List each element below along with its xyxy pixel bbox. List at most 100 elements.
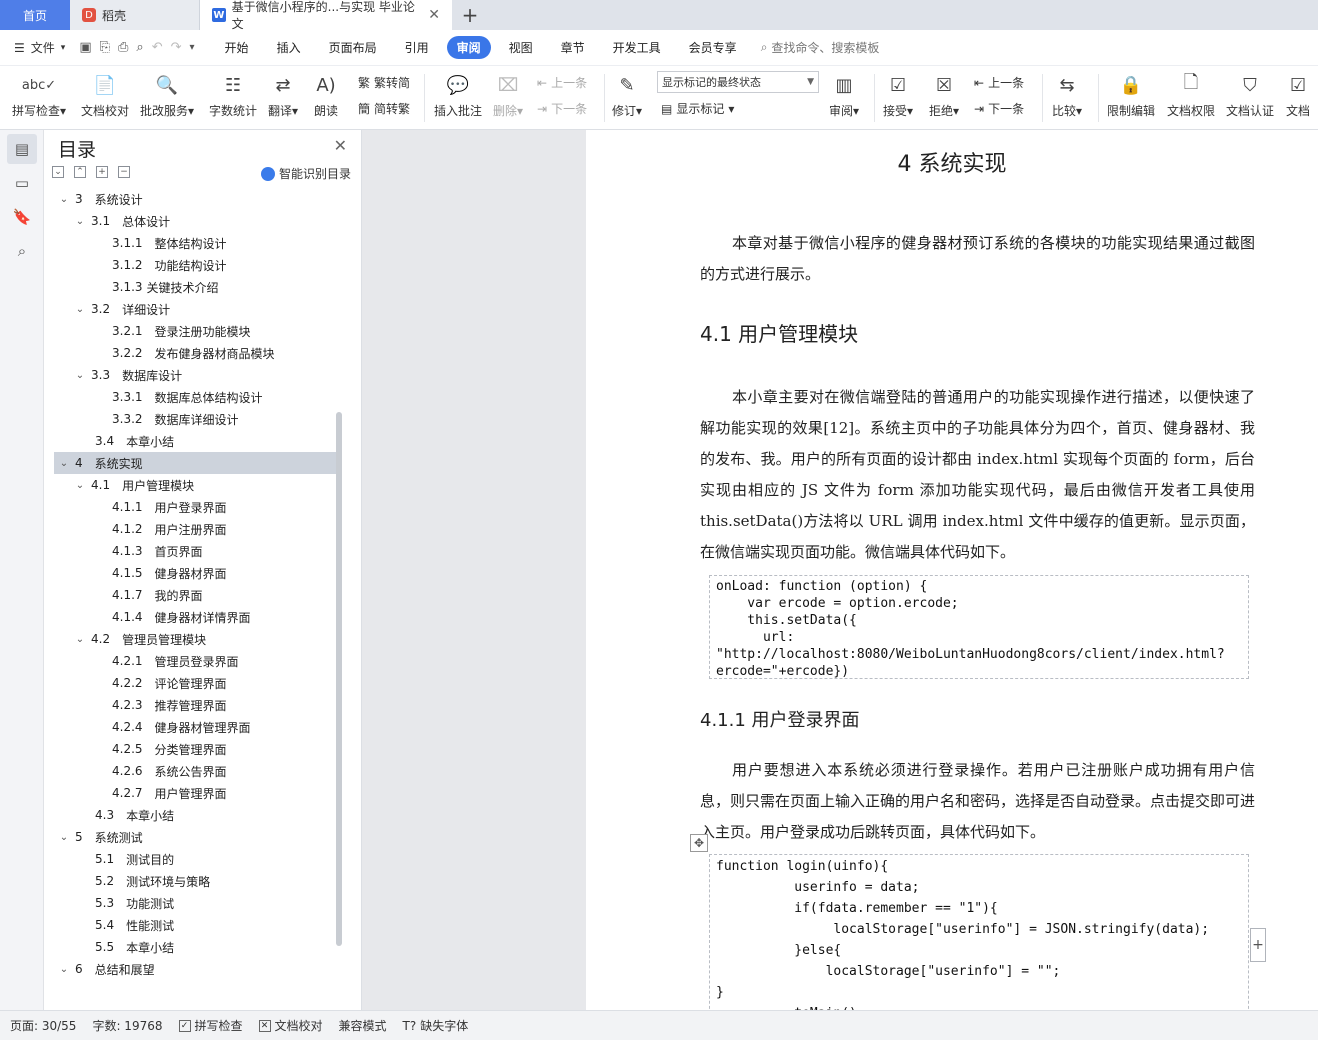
toc-item[interactable]: 5.2 测试环境与策略 [54,870,336,892]
menu-member[interactable]: 会员专享 [679,36,747,59]
add-tab-button[interactable]: + [452,0,488,30]
toc-item[interactable]: 4.2.4 健身器材管理界面 [54,716,336,738]
toc-item[interactable]: 3.1.3 关键技术介绍 [54,276,336,298]
accept-button[interactable]: ☑ 接受▾ [883,70,913,119]
toc-item[interactable]: 3.4 本章小结 [54,430,336,452]
toc-item[interactable]: 4.1.5 健身器材界面 [54,562,336,584]
page-counter[interactable]: 页面: 30/55 [10,1017,76,1034]
toc-item[interactable]: 5.5 本章小结 [54,936,336,958]
menu-reference[interactable]: 引用 [395,36,439,59]
menu-start[interactable]: 开始 [215,36,259,59]
toc-item[interactable]: 4.2.3 推荐管理界面 [54,694,336,716]
toc-item[interactable]: 4.1.7 我的界面 [54,584,336,606]
toc-item[interactable]: ⌄ 6 总结和展望 [54,958,336,980]
toc-item[interactable]: ⌄ 4.2 管理员管理模块 [54,628,336,650]
status-proofread[interactable]: ✕ 文档校对 [258,1017,323,1034]
next-comment-button[interactable]: ⇥ 下一条 [537,100,587,117]
menu-review[interactable]: 审阅 [446,36,491,59]
toc-item[interactable]: 5.1 测试目的 [54,848,336,870]
more-icon[interactable]: ▾ [190,42,195,53]
chevron-down-icon[interactable]: ⌄ [74,216,86,227]
toc-item[interactable]: 4.2.1 管理员登录界面 [54,650,336,672]
smart-toc-button[interactable]: 智能识别目录 [260,165,351,182]
markup-display-select[interactable]: 显示标记的最终状态 ▼ [657,71,819,93]
next-change-button[interactable]: ⇥ 下一条 [974,100,1024,117]
toc-item[interactable]: 4.2.7 用户管理界面 [54,782,336,804]
bookmark-icon[interactable]: 🔖 [7,202,37,232]
proofread-button[interactable]: 📄 文档校对 [81,70,129,119]
toc-item[interactable]: ⌄ 3.2 详细设计 [54,298,336,320]
track-changes-button[interactable]: ✎ 修订▾ [612,70,642,119]
document-certify-button[interactable]: ⛉ 文档认证 [1226,70,1274,119]
search-icon[interactable]: ⌕ [7,236,37,266]
word-count-button[interactable]: ☷ 字数统计 [209,70,257,119]
chevron-down-icon[interactable]: ⌄ [74,370,86,381]
toc-item[interactable]: 4.2.5 分类管理界面 [54,738,336,760]
toc-item[interactable]: ⌄ 3.1 总体设计 [54,210,336,232]
toc-item[interactable]: 4.2.2 评论管理界面 [54,672,336,694]
chapter-nav-icon[interactable]: ▭ [7,168,37,198]
menu-section[interactable]: 章节 [551,36,595,59]
toc-item[interactable]: 4.1.1 用户登录界面 [54,496,336,518]
chevron-down-icon[interactable]: ⌄ [74,634,86,645]
menu-page-layout[interactable]: 页面布局 [319,36,387,59]
spell-check-button[interactable]: abc✓ 拼写检查▾ [12,70,66,119]
simp-to-trad-button[interactable]: 簡简转繁 [358,100,410,117]
toc-item[interactable]: 5.4 性能测试 [54,914,336,936]
toc-item[interactable]: 3.3.1 数据库总体结构设计 [54,386,336,408]
delete-comment-button[interactable]: ⌧ 删除▾ [493,70,523,119]
toc-item[interactable]: ⌄ 4 系统实现 [54,452,336,474]
read-aloud-button[interactable]: A) 朗读 [314,70,338,119]
menu-insert[interactable]: 插入 [267,36,311,59]
chevron-down-icon[interactable]: ⌄ [58,194,70,205]
toc-item[interactable]: 4.1.2 用户注册界面 [54,518,336,540]
chevron-down-icon[interactable]: ⌄ [74,304,86,315]
translate-button[interactable]: ⇄ 翻译▾ [268,70,298,119]
toc-item[interactable]: 4.2.6 系统公告界面 [54,760,336,782]
undo-icon[interactable]: ↶ [152,40,163,55]
remove-heading-icon[interactable]: − [118,166,130,178]
chevron-down-icon[interactable]: ⌄ [74,480,86,491]
expand-up-icon[interactable]: ⌃ [74,166,86,178]
missing-font-button[interactable]: T? 缺失字体 [403,1017,469,1034]
trad-to-simp-button[interactable]: 繁繁转简 [358,74,410,91]
document-cut-button[interactable]: ☑ 文档 [1286,70,1310,119]
toc-item[interactable]: ⌄ 3 系统设计 [54,188,336,210]
document-permission-button[interactable]: 🗋 文档权限 [1167,70,1215,119]
tab-document[interactable]: W 基于微信小程序的...与实现 毕业论文 ✕ [200,0,452,31]
toc-item[interactable]: 4.1.4 健身器材详情界面 [54,606,336,628]
chevron-down-icon[interactable]: ⌄ [58,964,70,975]
file-menu[interactable]: ☰ 文件 ▾ [14,39,65,56]
redo-icon[interactable]: ↷ [171,40,182,55]
toc-item[interactable]: 5.3 功能测试 [54,892,336,914]
toc-item[interactable]: 3.1.2 功能结构设计 [54,254,336,276]
document-page[interactable]: 4 系统实现 本章对基于微信小程序的健身器材预订系统的各模块的功能实现结果通过截… [586,130,1318,1010]
add-block-button[interactable]: + [1250,928,1266,962]
show-markup-button[interactable]: ▤ 显示标记 ▾ [661,100,734,117]
menu-developer[interactable]: 开发工具 [603,36,671,59]
print-preview-icon[interactable]: ⌕ [136,40,143,55]
prev-comment-button[interactable]: ⇤ 上一条 [537,74,587,91]
command-search[interactable]: ⌕ 查找命令、搜索模板 [761,39,880,56]
tab-daoke[interactable]: D 稻壳 [70,0,200,30]
correction-service-button[interactable]: 🔍 批改服务▾ [140,70,194,119]
print-icon[interactable]: ⎙ [118,40,128,55]
review-pane-button[interactable]: ▥ 审阅▾ [829,70,859,119]
toc-item[interactable]: 3.3.2 数据库详细设计 [54,408,336,430]
toc-item[interactable]: ⌄ 5 系统测试 [54,826,336,848]
toc-item[interactable]: ⌄ 3.3 数据库设计 [54,364,336,386]
insert-comment-button[interactable]: 💬 插入批注 [434,70,482,119]
toc-item[interactable]: 3.2.2 发布健身器材商品模块 [54,342,336,364]
restrict-edit-button[interactable]: 🔒 限制编辑 [1107,70,1155,119]
prev-change-button[interactable]: ⇤ 上一条 [974,74,1024,91]
move-handle-icon[interactable]: ✥ [690,834,708,852]
toc-item[interactable]: 3.1.1 整体结构设计 [54,232,336,254]
menu-view[interactable]: 视图 [499,36,543,59]
status-spell-check[interactable]: ✓ 拼写检查 [178,1017,243,1034]
word-counter[interactable]: 字数: 19768 [92,1017,162,1034]
compare-button[interactable]: ⇆ 比较▾ [1052,70,1082,119]
save-icon[interactable]: ▣ [79,40,91,55]
toc-item[interactable]: 4.1.3 首页界面 [54,540,336,562]
reject-button[interactable]: ☒ 拒绝▾ [929,70,959,119]
close-icon[interactable]: ✕ [334,136,347,155]
